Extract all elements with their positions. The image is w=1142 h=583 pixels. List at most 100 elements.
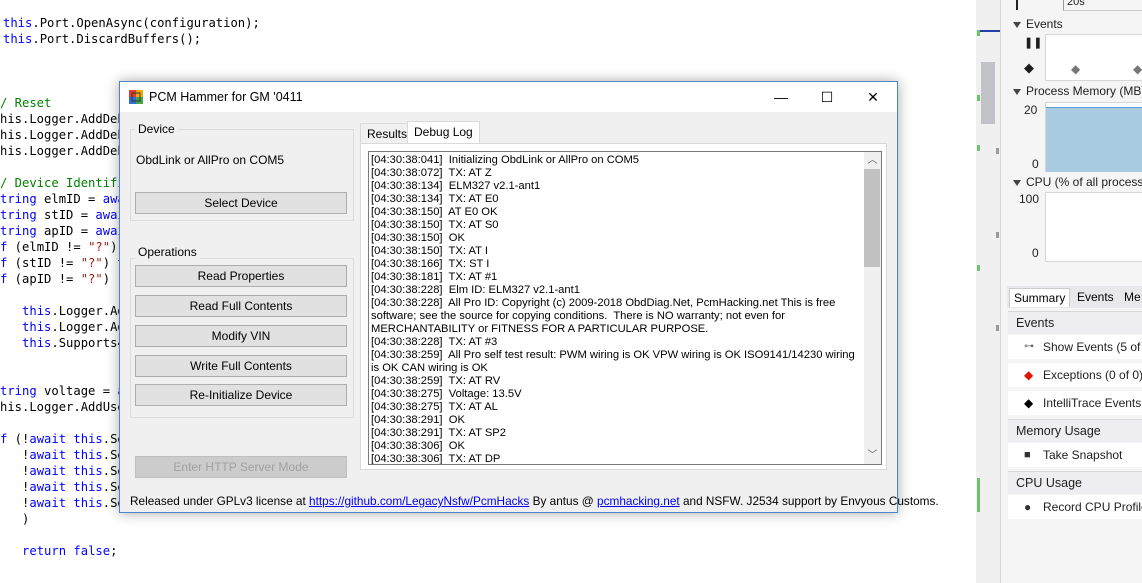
cpu-usage-section-header: CPU Usage [1008, 471, 1142, 494]
change-marker [977, 478, 980, 512]
footer-middle: By antus @ [529, 494, 598, 508]
cpu-header-label: CPU (% of all processors) [1026, 175, 1142, 189]
cpu-axis-max: 100 [1019, 192, 1040, 206]
code-line[interactable]: tring apID = await [0, 223, 132, 239]
code-line[interactable]: !await this.Ser [0, 495, 132, 511]
code-line[interactable]: f (apID != "?") [0, 271, 110, 287]
collapse-icon [1013, 179, 1021, 186]
change-marker [977, 265, 980, 271]
code-line[interactable]: !await this.Ser [0, 463, 132, 479]
log-scrollbar-thumb[interactable] [864, 169, 880, 267]
device-group-label: Device [135, 122, 178, 136]
app-icon [129, 90, 143, 104]
code-line[interactable]: / Device Identific [0, 175, 132, 191]
minimize-button[interactable]: — [758, 82, 804, 112]
modify-vin-button[interactable]: Modify VIN [135, 325, 347, 347]
cpu-graph [1045, 192, 1142, 262]
title-bar[interactable]: PCM Hammer for GM '0411 — ☐ ✕ [120, 82, 897, 112]
tab-debug-log[interactable]: Debug Log [407, 121, 480, 144]
footer-suffix: and NSFW. J2534 support by Envyous Custo… [679, 494, 939, 508]
editor-caret-marker [979, 30, 1000, 32]
code-line[interactable]: tring elmID = awai [0, 191, 132, 207]
code-line[interactable]: his.Logger.AddDebu [0, 127, 132, 143]
change-marker [996, 148, 999, 154]
process-memory-label: Process Memory (MB) [1026, 84, 1142, 98]
code-line[interactable]: this.Logger.Add [0, 303, 132, 319]
maximize-button[interactable]: ☐ [804, 82, 850, 112]
tab-results[interactable]: Results [360, 123, 415, 144]
change-marker [996, 232, 999, 238]
change-marker [977, 145, 980, 151]
select-device-button[interactable]: Select Device [135, 192, 347, 214]
code-line[interactable]: his.Logger.AddUser [0, 399, 132, 415]
cpu-axis-min: 0 [1032, 246, 1039, 260]
debug-log-textbox[interactable]: [04:30:38:041] Initializing ObdLink or A… [368, 151, 882, 465]
record-cpu-label: Record CPU Profile [1043, 500, 1142, 514]
code-line[interactable]: !await this.Ser [0, 447, 132, 463]
events-track [1045, 34, 1142, 81]
pcmhacking-link[interactable]: pcmhacking.net [597, 494, 680, 508]
scroll-up-icon[interactable]: ︿ [864, 152, 881, 169]
code-line[interactable]: his.Logger.AddDebu [0, 111, 132, 127]
memory-axis-max: 20 [1024, 103, 1038, 117]
intellitrace-events-link[interactable]: ◆ IntelliTrace Events [1008, 391, 1142, 415]
code-line[interactable]: / Reset [0, 95, 51, 111]
close-button[interactable]: ✕ [850, 82, 896, 112]
code-line[interactable]: ) [0, 511, 29, 527]
github-link[interactable]: https://github.com/LegacyNsfw/PcmHacks [309, 494, 529, 508]
memory-axis-min: 0 [1032, 157, 1039, 171]
window-title: PCM Hammer for GM '0411 [149, 90, 303, 104]
read-properties-button[interactable]: Read Properties [135, 265, 347, 287]
exceptions-link[interactable]: ◆ Exceptions (0 of 0) [1008, 363, 1142, 387]
tab-memory[interactable]: Me [1120, 288, 1142, 306]
footer-text: Released under GPLv3 license at https://… [130, 494, 939, 508]
code-line[interactable]: f (elmID != "?") t [0, 239, 132, 255]
intellitrace-label: IntelliTrace Events [1043, 396, 1142, 410]
pause-icon[interactable]: ❚❚ [1024, 36, 1042, 49]
code-line[interactable]: this.Logger.Add [0, 319, 132, 335]
events-list-icon: ⊶ [1024, 341, 1034, 352]
tab-events[interactable]: Events [1073, 288, 1118, 306]
code-line[interactable]: this.Port.DiscardBuffers(); [3, 31, 201, 47]
code-line[interactable]: f (stID != "?") th [0, 255, 132, 271]
diagnostics-tabstrip: Summary Events Me [1007, 286, 1142, 308]
timeline-cursor [1016, 0, 1018, 10]
change-marker [996, 325, 999, 331]
pcm-hammer-window: PCM Hammer for GM '0411 — ☐ ✕ Device Obd… [119, 81, 939, 513]
take-snapshot-label: Take Snapshot [1043, 448, 1123, 462]
code-line[interactable]: this.Supports4X [0, 335, 132, 351]
code-line[interactable]: f (!await this.Ser [0, 431, 132, 447]
cpu-header[interactable]: CPU (% of all processors) [1013, 175, 1142, 189]
read-full-contents-button[interactable]: Read Full Contents [135, 295, 347, 317]
events-header-label: Events [1026, 17, 1063, 31]
show-events-label: Show Events (5 of 5) [1043, 340, 1142, 354]
log-scrollbar[interactable]: ︿ ﹀ [864, 152, 881, 464]
show-events-link[interactable]: ⊶ Show Events (5 of 5) [1008, 335, 1142, 359]
change-marker [977, 30, 980, 36]
code-line[interactable]: !await this.Ser [0, 479, 132, 495]
debug-log-panel: [04:30:38:041] Initializing ObdLink or A… [360, 143, 887, 470]
record-cpu-profile-button[interactable]: ● Record CPU Profile [1008, 495, 1142, 519]
code-line[interactable]: tring stID = await [0, 207, 132, 223]
code-line[interactable]: this.Port.OpenAsync(configuration); [3, 15, 260, 31]
code-line[interactable]: tring voltage = aw [0, 383, 132, 399]
tab-summary[interactable]: Summary [1009, 288, 1071, 307]
event-marker-icon[interactable]: ◆ [1133, 62, 1142, 76]
diamond-icon: ◆ [1024, 60, 1034, 75]
scroll-down-icon[interactable]: ﹀ [864, 447, 881, 464]
take-snapshot-button[interactable]: ■ Take Snapshot [1008, 443, 1142, 467]
collapse-icon [1013, 21, 1021, 28]
code-line[interactable]: return false; [0, 543, 117, 559]
collapse-icon [1013, 88, 1021, 95]
reinitialize-device-button[interactable]: Re-Initialize Device [135, 384, 347, 406]
http-server-mode-button[interactable]: Enter HTTP Server Mode [135, 456, 347, 478]
editor-scrollbar-thumb[interactable] [981, 62, 995, 124]
events-header[interactable]: Events [1013, 17, 1063, 31]
intellitrace-diamond-icon: ◆ [1024, 396, 1034, 410]
process-memory-header[interactable]: Process Memory (MB) [1013, 84, 1142, 98]
write-full-contents-button[interactable]: Write Full Contents [135, 355, 347, 377]
code-line[interactable]: his.Logger.AddDebu [0, 143, 132, 159]
exceptions-label: Exceptions (0 of 0) [1043, 368, 1142, 382]
event-marker-icon[interactable]: ◆ [1071, 62, 1080, 76]
camera-icon: ■ [1024, 449, 1031, 461]
